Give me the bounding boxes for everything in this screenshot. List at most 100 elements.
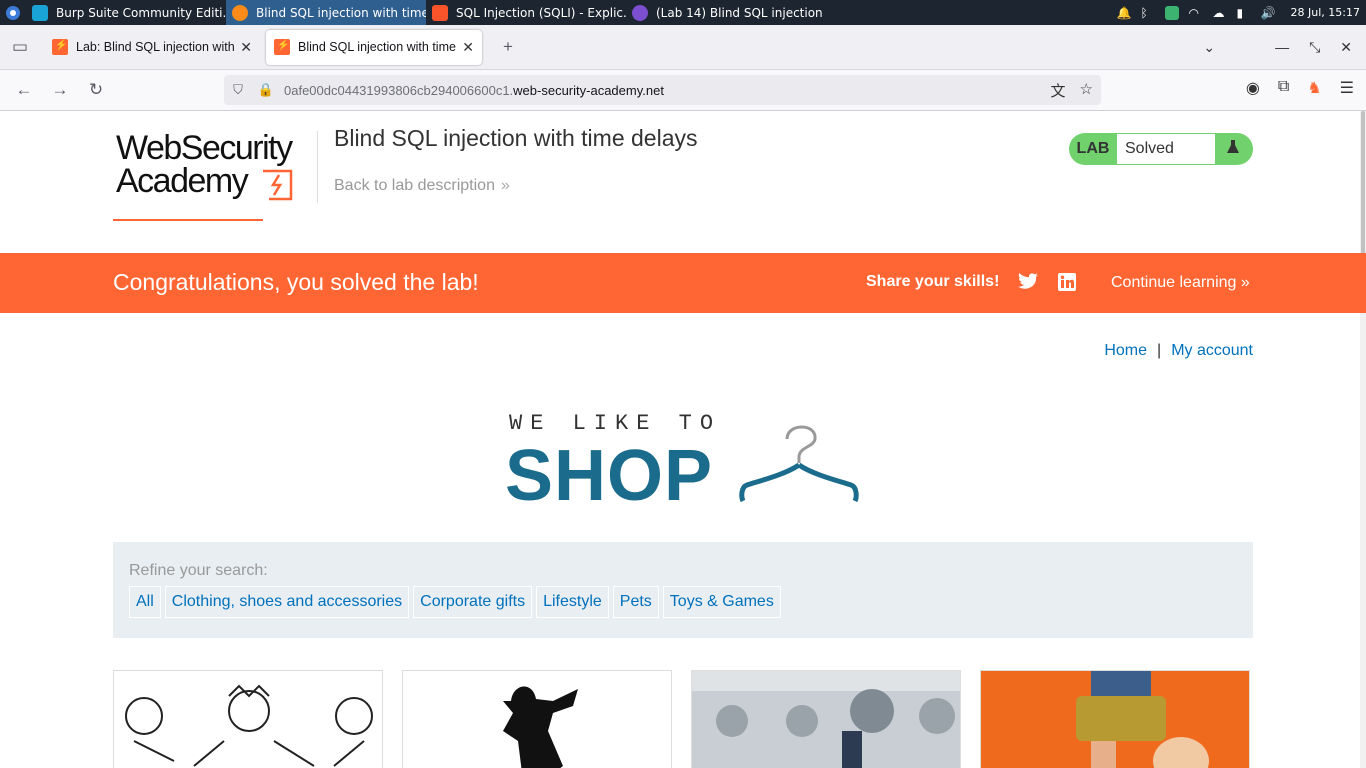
category-filter-corporate-gifts[interactable]: Corporate gifts [413,586,533,618]
lab-status-badge: LAB Solved [1069,133,1253,165]
tab-label: Blind SQL injection with time c [298,40,457,54]
vpn-shield-icon[interactable] [1164,5,1179,20]
logo-bolt-icon [263,169,293,201]
forward-arrow-icon[interactable]: → [42,72,78,108]
brave-icon [432,4,448,21]
battery-icon[interactable]: ▮ [1237,6,1251,20]
volume-icon[interactable]: 🔊 [1261,6,1276,20]
back-link-label: Back to lab description [334,177,495,194]
logo-text-line2: Academy [116,162,249,200]
portswigger-favicon-icon [52,39,68,55]
twitter-icon[interactable] [1018,273,1038,295]
url-bar[interactable]: ⛉ 🔒 0afe00dc04431993806cb294006600c1.web… [224,75,1101,105]
lock-icon[interactable]: 🔒 [252,82,280,98]
firefox-icon [232,4,248,21]
notes-app-icon [632,4,648,21]
lab-badge-status: Solved [1117,134,1215,164]
tab-list-chevron-down-icon[interactable]: ⌄ [1203,39,1215,56]
linkedin-icon[interactable] [1058,273,1076,296]
browser-tab-active[interactable]: Blind SQL injection with time c ✕ [266,29,482,65]
new-tab-icon[interactable]: + [490,29,526,65]
os-taskbar: Burp Suite Community Editi... Blind SQL … [0,0,1366,25]
continue-learning-label: Continue learning [1111,274,1237,291]
url-subdomain: 0afe00dc04431993806cb294006600c1. [284,82,514,98]
share-skills-label: Share your skills! [866,273,1000,290]
product-image-figurine [981,671,1249,768]
product-image[interactable] [113,670,383,768]
cloud-icon[interactable]: ☁ [1213,6,1227,20]
clock[interactable]: 28 Jul, 15:17 [1291,6,1360,19]
bookmark-star-icon[interactable]: ☆ [1080,80,1093,101]
minimize-icon[interactable]: — [1275,39,1289,55]
product-grid [113,670,1253,768]
taskbar-task-burp[interactable]: Burp Suite Community Editi... [26,0,226,25]
notification-bell-icon[interactable]: 🔔 [1117,6,1132,20]
portswigger-favicon-icon [274,39,290,55]
translate-icon[interactable]: 文 [1051,80,1066,101]
home-link[interactable]: Home [1104,342,1147,359]
logo-text-line1: WebSecurity [116,129,293,167]
taskbar-task-brave[interactable]: SQL Injection (SQLI) - Explic... [426,0,626,25]
close-tab-icon[interactable]: ✕ [462,39,474,56]
category-filter-all[interactable]: All [129,586,161,618]
continue-learning-link[interactable]: Continue learning » [1111,274,1250,292]
tab-label: Lab: Blind SQL injection with t [76,40,235,54]
restore-icon[interactable]: ⤡ [1309,39,1320,56]
browser-tab-strip: ▭ Lab: Blind SQL injection with t ✕ Blin… [0,25,1366,70]
bluetooth-icon[interactable]: ᛒ [1141,6,1155,20]
category-filter-pets[interactable]: Pets [612,586,659,618]
shop-logo-word: SHOP [505,436,714,516]
lab-title: Blind SQL injection with time delays [334,125,698,151]
taskbar-task-label: (Lab 14) Blind SQL injection ... [656,5,826,20]
logo-divider [317,131,318,203]
shop-logo-tagline: WE LIKE TO [509,411,722,436]
taskbar-task-notes[interactable]: (Lab 14) Blind SQL injection ... [626,0,826,25]
taskbar-task-label: Burp Suite Community Editi... [56,5,226,20]
burp-extension-icon[interactable]: ♞ [1307,78,1321,98]
account-icon[interactable]: ◉ [1246,78,1260,98]
double-chevron-right-icon: » [500,177,510,194]
nav-separator: | [1157,342,1162,359]
category-filter: Refine your search: All Clothing, shoes … [113,542,1253,638]
product-image[interactable] [402,670,672,768]
taskbar-task-label: SQL Injection (SQLI) - Explic... [456,5,626,20]
url-host: web-security-academy.net [513,82,664,98]
my-account-link[interactable]: My account [1171,342,1253,359]
tab-overview-icon[interactable]: ▭ [2,29,38,65]
browser-navbar: ← → ↻ ⛉ 🔒 0afe00dc04431993806cb294006600… [0,70,1366,111]
we-like-to-shop-logo: WE LIKE TO SHOP [505,411,865,516]
coat-hanger-icon [739,425,859,503]
site-top-links: Home | My account [1104,342,1253,360]
lab-badge-label: LAB [1076,140,1110,157]
category-filter-list: All Clothing, shoes and accessories Corp… [129,586,781,618]
close-tab-icon[interactable]: ✕ [240,39,252,56]
burp-icon [32,4,48,21]
logo-underline [113,219,263,221]
reload-icon[interactable]: ↻ [78,72,114,108]
tracking-shield-icon[interactable]: ⛉ [224,82,252,98]
close-window-icon[interactable]: ✕ [1340,39,1352,56]
flask-icon [1215,139,1251,160]
congratulations-message: Congratulations, you solved the lab! [113,269,479,295]
category-filter-clothing[interactable]: Clothing, shoes and accessories [164,586,410,618]
product-image-laundromat [692,671,960,768]
page-scrollbar[interactable] [1360,111,1366,768]
web-security-academy-logo[interactable]: WebSecurity Academy [113,129,303,221]
product-image-cartoon-people [114,671,382,768]
taskbar-task-firefox[interactable]: Blind SQL injection with time... [226,0,426,25]
category-filter-toys-games[interactable]: Toys & Games [662,586,781,618]
extensions-icon[interactable]: ⧉ [1278,78,1289,98]
back-arrow-icon[interactable]: ← [6,72,42,108]
category-filter-lifestyle[interactable]: Lifestyle [536,586,609,618]
browser-tab-lab[interactable]: Lab: Blind SQL injection with t ✕ [44,30,260,65]
product-image[interactable] [691,670,961,768]
web-page: WebSecurity Academy Blind SQL injection … [0,111,1366,768]
app-menu-icon[interactable] [0,0,26,25]
back-to-description-link[interactable]: Back to lab description » [334,177,510,195]
solved-banner: Congratulations, you solved the lab! Sha… [0,253,1366,313]
wifi-icon[interactable]: ◠ [1189,6,1203,20]
taskbar-task-label: Blind SQL injection with time... [256,5,426,20]
double-chevron-right-icon: » [1240,274,1250,291]
hamburger-menu-icon[interactable]: ☰ [1340,78,1354,98]
product-image[interactable] [980,670,1250,768]
